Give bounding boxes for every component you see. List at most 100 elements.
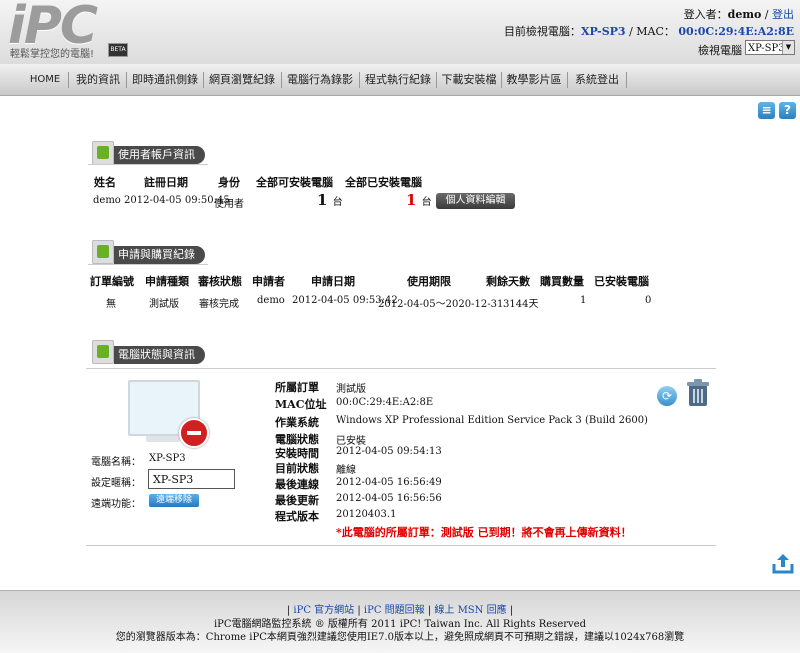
purchase-type: 測試版 <box>149 299 179 310</box>
user-icon <box>92 141 114 165</box>
purchase-header-quantity: 購買數量 <box>540 275 584 288</box>
purchase-quantity: 1 <box>580 295 587 306</box>
slash-divider: / <box>761 8 772 21</box>
purchase-section-title: 申請與購買紀錄 <box>114 246 205 264</box>
section-divider <box>86 368 716 369</box>
purchase-header-status: 審核狀態 <box>198 275 242 288</box>
nav-program-log[interactable]: 程式執行紀錄 <box>363 64 433 95</box>
upload-icon[interactable] <box>772 552 794 574</box>
footer-links: | iPC 官方網站 | iPC 問題回報 | 線上 MSN 回應 | <box>286 605 514 616</box>
purchase-header-date: 申請日期 <box>311 275 355 288</box>
nav-download[interactable]: 下載安裝檔 <box>440 64 498 95</box>
purchase-installed: 0 <box>645 295 652 306</box>
nav-divider <box>281 72 282 88</box>
purchase-header-applicant: 申請者 <box>252 275 285 288</box>
nav-logout[interactable]: 系統登出 <box>571 64 623 95</box>
account-header-role: 身份 <box>218 176 240 189</box>
purchase-period: 2012-04-05～2020-12-31 <box>378 299 504 310</box>
footer: | iPC 官方網站 | iPC 問題回報 | 線上 MSN 回應 | iPC電… <box>0 590 800 653</box>
edit-profile-button[interactable]: 個人資料編輯 <box>436 193 515 209</box>
chat-icon[interactable]: ≡ <box>758 102 775 119</box>
help-icon[interactable]: ? <box>779 102 796 119</box>
purchase-header-remaining: 剩餘天數 <box>486 275 530 288</box>
mac-label: / MAC： <box>629 25 675 38</box>
nav-im-log[interactable]: 即時通訊側錄 <box>130 64 200 95</box>
nav-home[interactable]: HOME <box>24 64 66 95</box>
nav-tutorial[interactable]: 教學影片區 <box>505 64 563 95</box>
refresh-icon[interactable]: ⟳ <box>657 386 677 406</box>
nav-divider <box>126 72 127 88</box>
remote-remove-button[interactable]: 遠端移除 <box>149 494 199 507</box>
computer-section-title: 電腦狀態與資訊 <box>114 346 205 364</box>
installable-count-value: 1 <box>317 191 328 209</box>
purchase-header-period: 使用期限 <box>407 275 451 288</box>
account-header-installed: 全部已安裝電腦 <box>345 176 422 189</box>
account-header-name: 姓名 <box>94 176 116 189</box>
nickname-label: 設定暱稱： <box>91 478 141 489</box>
unit-label: 台 <box>421 197 432 208</box>
field-value-version: 20120403.1 <box>336 509 397 520</box>
account-header-installable: 全部可安裝電腦 <box>256 176 333 189</box>
account-role: 使用者 <box>214 199 244 210</box>
machine-select[interactable]: XP-SP3 ▼ <box>745 40 795 55</box>
computer-icon <box>92 340 114 364</box>
viewing-machine: XP-SP3 <box>580 25 626 38</box>
purchase-remaining: 3144天 <box>503 299 539 310</box>
installed-count: 1 台 <box>406 191 432 209</box>
purchase-status: 審核完成 <box>199 299 239 310</box>
login-user: demo <box>727 8 762 21</box>
section-divider <box>86 545 716 546</box>
logout-link[interactable]: 登出 <box>772 8 794 21</box>
offline-icon <box>179 418 209 448</box>
viewing-info: 目前檢視電腦：XP-SP3 / MAC： 00:0C:29:4E:A2:8E <box>504 23 794 39</box>
account-header-regdate: 註冊日期 <box>144 176 188 189</box>
trash-icon[interactable] <box>685 379 711 407</box>
field-label-current-status: 目前狀態 <box>275 462 319 475</box>
purchase-applicant: demo <box>257 295 285 306</box>
section-divider <box>88 164 208 165</box>
login-info: 登入者：demo / 登出 <box>684 6 794 22</box>
nav-divider <box>359 72 360 88</box>
installable-count: 1 台 <box>317 191 343 209</box>
purchase-header-type: 申請種類 <box>145 275 189 288</box>
machine-select-value: XP-SP3 <box>748 43 785 54</box>
section-divider <box>88 264 208 265</box>
purchase-order: 無 <box>106 299 116 310</box>
account-section-title: 使用者帳戶資訊 <box>114 146 205 164</box>
nav-screen-record[interactable]: 電腦行為錄影 <box>285 64 355 95</box>
nav-divider <box>436 72 437 88</box>
nav-my-info[interactable]: 我的資訊 <box>72 64 124 95</box>
field-value-install-time: 2012-04-05 09:54:13 <box>336 446 442 457</box>
main-nav: HOME 我的資訊 即時通訊側錄 網頁瀏覽紀錄 電腦行為錄影 程式執行紀錄 下載… <box>0 64 800 96</box>
machine-select-label: 檢視電腦 <box>698 44 742 57</box>
nav-web-log[interactable]: 網頁瀏覽紀錄 <box>207 64 277 95</box>
account-name: demo <box>93 195 121 206</box>
remote-label: 遠端功能： <box>91 499 141 510</box>
expired-warning: *此電腦的所屬訂單：測試版 已到期！將不會再上傳新資料！ <box>336 526 632 539</box>
nav-divider <box>567 72 568 88</box>
beta-badge: BETA <box>108 43 128 57</box>
nav-divider <box>501 72 502 88</box>
chevron-down-icon: ▼ <box>782 41 794 54</box>
viewing-label: 目前檢視電腦： <box>503 25 581 38</box>
nav-divider <box>203 72 204 88</box>
field-label-order: 所屬訂單 <box>275 381 319 394</box>
computer-name-value: XP-SP3 <box>149 453 186 464</box>
footer-browser-note: 您的瀏覽器版本為：Chrome iPC本網頁強烈建議您使用IE7.0版本以上，避… <box>115 632 685 643</box>
purchase-header-order: 訂單編號 <box>90 275 134 288</box>
field-label-version: 程式版本 <box>275 510 319 523</box>
monitor-base <box>146 436 180 442</box>
header: iPC 輕鬆掌控您的電腦! BETA 登入者：demo / 登出 目前檢視電腦：… <box>0 0 800 64</box>
record-icon <box>92 240 114 264</box>
unit-label: 台 <box>332 197 343 208</box>
field-value-last-connect: 2012-04-05 16:56:49 <box>336 477 442 488</box>
computer-name-label: 電腦名稱： <box>91 457 141 468</box>
field-label-last-connect: 最後連線 <box>275 478 319 491</box>
logo-tagline: 輕鬆掌控您的電腦! <box>10 49 95 60</box>
nav-divider <box>68 72 69 88</box>
nickname-input[interactable]: XP-SP3 <box>148 469 235 489</box>
mac-value: 00:0C:29:4E:A2:8E <box>678 25 794 38</box>
installed-count-value: 1 <box>406 191 417 209</box>
field-value-mac: 00:0C:29:4E:A2:8E <box>336 397 434 408</box>
purchase-header-installed: 已安裝電腦 <box>594 275 649 288</box>
